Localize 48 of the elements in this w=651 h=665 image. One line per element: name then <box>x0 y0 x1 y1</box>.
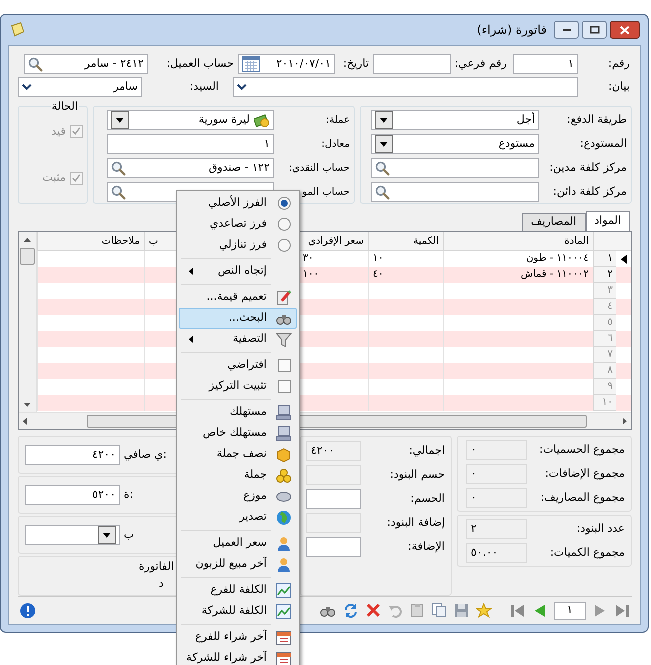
field-label: طريقة الدفع: <box>567 112 627 126</box>
field-label: مركز كلفة دائن: <box>553 184 627 198</box>
field-label: حساب النقدي: <box>288 162 350 174</box>
field-label: تاريخ: <box>343 56 369 70</box>
row-number: ٦ <box>593 331 616 347</box>
row-number: ٤ <box>593 299 616 315</box>
field-label: الإضافة: <box>408 540 445 553</box>
field-label: بيان: <box>608 80 630 93</box>
field-label: عملة: <box>326 114 350 126</box>
field-label: عدد البنود: <box>576 522 625 535</box>
field-label: اجمالي: <box>409 444 445 457</box>
group-title: الفاتورة <box>139 559 174 575</box>
row-number: ٩ <box>593 379 616 395</box>
row-number: ١٠ <box>593 395 616 411</box>
field-label: السيد: <box>190 80 219 93</box>
field-label: المستودع: <box>580 136 627 150</box>
field-label: حسم البنود: <box>390 468 445 481</box>
readonly-field: ٠ <box>466 464 527 484</box>
field-label: مجموع الحسميات: <box>539 442 625 456</box>
field-label: رقم فرعي: <box>454 56 507 70</box>
readonly-field: ٥٠.٠٠ <box>466 543 527 563</box>
field-label: ة: <box>124 486 134 503</box>
checkbox-label: قيد <box>52 124 66 140</box>
field-label: إضافة البنود: <box>387 516 445 529</box>
checkbox-label: مثبت <box>42 170 66 186</box>
field-label: مجموع المصاريف: <box>540 490 625 504</box>
field-label: حساب العميل: <box>166 56 234 70</box>
readonly-field: ٠ <box>466 488 527 508</box>
field-label: ي صافي: <box>124 446 167 463</box>
row-number: ٢ <box>593 267 616 283</box>
field-label: الحسم: <box>410 492 445 505</box>
field-label: مجموع الإضافات: <box>545 466 625 480</box>
field-label: حساب المو <box>302 186 350 198</box>
row-number: ٧ <box>593 347 616 363</box>
row-number: ٥ <box>593 315 616 331</box>
group-text: د <box>159 576 164 592</box>
row-number: ٨ <box>593 363 616 379</box>
field-label: رقم: <box>608 56 630 70</box>
readonly-field: ٤٢٠٠ <box>306 441 361 461</box>
field-label: مجموع الكميات: <box>550 546 625 559</box>
field-label: معادل: <box>322 138 350 150</box>
readonly-field: ٠ <box>466 440 527 460</box>
window-title: فاتورة (شراء) <box>477 22 547 39</box>
field-label: ب <box>124 526 134 543</box>
field-label: مركز كلفة مدين: <box>550 160 627 174</box>
row-number: ١ <box>593 251 616 267</box>
row-number: ٣ <box>593 283 616 299</box>
readonly-field: ٢ <box>466 519 527 539</box>
